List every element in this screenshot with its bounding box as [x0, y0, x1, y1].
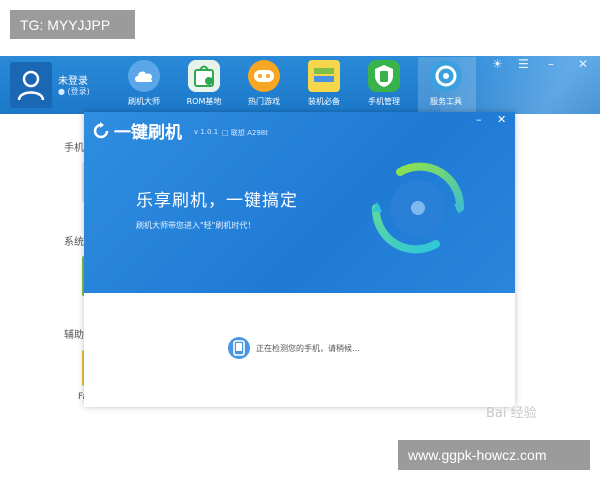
nav-item-hot-games[interactable]: 热门游戏	[236, 60, 292, 112]
nav-label: 刷机大师	[128, 97, 160, 106]
user-icon	[17, 70, 45, 101]
tg-label: TG: MYYJJPP	[10, 10, 135, 39]
shield-icon	[368, 60, 400, 92]
dialog-version: v 1.0.1	[194, 128, 219, 136]
close-icon[interactable]: ✕	[578, 57, 588, 71]
nav-item-phone-manage[interactable]: 手机管理	[356, 60, 412, 112]
dialog-device: □ 联想 A298t	[222, 128, 268, 138]
nav-item-service-tools[interactable]: 服务工具	[418, 60, 474, 112]
nav-label: 热门游戏	[248, 97, 280, 106]
refresh-icon	[93, 121, 109, 138]
site-label-text: www.ggpk-howcz.com	[408, 447, 547, 463]
phone-small-icon: □	[222, 129, 229, 137]
watermark: Bai 经验	[486, 406, 537, 421]
login-link-text: (登录)	[67, 87, 90, 96]
small-user-icon: ●	[58, 87, 65, 96]
username[interactable]: 未登录	[58, 72, 88, 87]
shopping-bag-icon	[188, 60, 220, 92]
nav-item-flash-master[interactable]: 刷机大师	[116, 60, 172, 112]
skin-icon[interactable]: ☀	[492, 57, 503, 71]
site-label: www.ggpk-howcz.com	[398, 440, 590, 470]
dialog-logo: 一键刷机	[92, 118, 182, 143]
game-icon	[248, 60, 280, 92]
minimize-icon[interactable]: –	[548, 57, 554, 71]
sidebar-section-assist: 辅助	[64, 330, 84, 341]
status-text: 正在检测您的手机，请稍候...	[256, 343, 360, 353]
user-avatar[interactable]	[10, 62, 52, 108]
dialog-headline: 乐享刷机，一键搞定	[136, 191, 298, 211]
nav-item-rom-base[interactable]: ROM基地	[176, 60, 232, 112]
sidebar-section-phone: 手机	[64, 143, 84, 154]
cloud-icon	[128, 60, 160, 92]
dialog-close-icon[interactable]: ✕	[497, 113, 506, 126]
dialog-device-text: 联想 A298t	[230, 129, 268, 137]
dialog-subline: 刷机大师带您进入"轻"刷机时代！	[136, 221, 256, 230]
tg-label-text: TG: MYYJJPP	[20, 16, 111, 33]
nav-label: 装机必备	[308, 97, 340, 106]
dialog-minimize-icon[interactable]: –	[476, 113, 482, 126]
login-link[interactable]: ● (登录)	[58, 86, 90, 97]
refresh-ring-icon	[371, 162, 465, 254]
nav-label: 服务工具	[430, 97, 462, 106]
dialog-title: 一键刷机	[114, 123, 182, 143]
menu-icon[interactable]: ☰	[518, 57, 529, 71]
nav-item-essentials[interactable]: 装机必备	[296, 60, 352, 112]
phone-icon	[228, 337, 250, 359]
status-row: 正在检测您的手机，请稍候...	[228, 337, 360, 359]
nav-label: 手机管理	[368, 97, 400, 106]
layers-icon	[308, 60, 340, 92]
gear-icon	[430, 60, 462, 92]
sidebar-section-system: 系统	[64, 237, 84, 248]
nav-label: ROM基地	[186, 97, 222, 106]
